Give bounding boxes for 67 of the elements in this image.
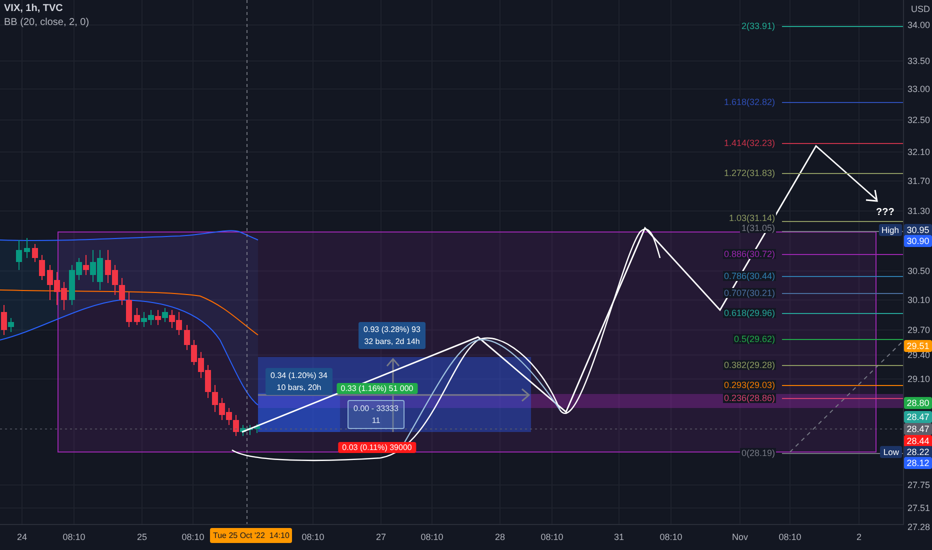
fib-level-label: 1.03(31.14): [728, 213, 776, 223]
measure-label: 0.03 (0.11%) 39000: [338, 442, 416, 453]
fib-level-label: 0.786(30.44): [722, 271, 776, 281]
price-tick: 27.28: [907, 522, 930, 532]
time-tick: 08:10: [62, 532, 86, 542]
price-badge: 28.12: [904, 457, 932, 469]
fib-level-label: 0(28.19): [740, 448, 776, 458]
price-tick: 34.00: [907, 20, 930, 30]
fib-level-label: 1(31.05): [740, 223, 776, 233]
fib-level-label: 1.618(32.82): [722, 97, 776, 107]
candlestick: [16, 240, 22, 270]
annotation-text: ???: [876, 207, 894, 218]
measure-label: 0.00 - 33333 11: [348, 400, 404, 429]
price-badge: 28.22: [904, 446, 932, 458]
price-tick: 31.30: [907, 206, 930, 216]
price-badge: 29.51: [904, 340, 932, 352]
price-tick: 29.70: [907, 325, 930, 335]
price-tick: 27.75: [907, 480, 930, 490]
price-badge: 28.80: [904, 397, 932, 409]
time-tick: 08:10: [540, 532, 564, 542]
time-tick: 08:10: [420, 532, 444, 542]
time-tick: 08:10: [778, 532, 802, 542]
currency-label: USD: [910, 4, 930, 14]
time-tick: 08:10: [182, 532, 204, 542]
time-tick: 2: [856, 532, 862, 542]
price-tick: 31.70: [907, 176, 930, 186]
price-tick: 27.51: [907, 503, 930, 513]
price-tick: 32.10: [907, 147, 930, 157]
symbol-title: VIX, 1h, TVC: [4, 3, 64, 14]
time-tick: 24: [17, 532, 27, 542]
time-tick: 31: [614, 532, 624, 542]
measure-label: 0.34 (1.20%) 34 10 bars, 20h: [266, 368, 332, 395]
candlestick: [24, 238, 30, 258]
fib-level-label: 0.618(29.96): [722, 308, 776, 318]
level-tag: High: [878, 224, 902, 236]
fib-level-label: 1.414(32.23): [722, 138, 776, 148]
measure-label: 0.93 (3.28%) 93 32 bars, 2d 14h: [358, 322, 426, 349]
fib-level-label: 0.293(29.03): [722, 380, 776, 390]
fib-level-label: 0.382(29.28): [722, 360, 776, 370]
price-tick: 29.10: [907, 374, 930, 384]
fib-level-label: 0.707(30.21): [722, 288, 776, 298]
price-tick: 32.50: [907, 115, 930, 125]
measure-label: 0.33 (1.16%) 51 000: [336, 383, 418, 394]
price-tick: 29.40: [907, 350, 930, 360]
indicator-label: BB (20, close, 2, 0): [4, 17, 90, 28]
price-badge: 28.47: [904, 423, 932, 435]
price-badge: 28.44: [904, 435, 932, 447]
time-tick: 27: [376, 532, 386, 542]
time-cursor-badge: Tue 25 Oct '22 14:10: [210, 528, 292, 543]
time-tick: 25: [137, 532, 147, 542]
price-badge: 30.95: [904, 224, 932, 236]
level-tag: Low: [880, 446, 902, 458]
time-tick: Nov: [732, 532, 748, 542]
fib-level-label: 0.236(28.86): [722, 393, 776, 403]
price-badge: 30.90: [904, 235, 932, 247]
price-badge: 28.47: [904, 411, 932, 423]
time-tick: 08:10: [302, 532, 324, 542]
fib-level-label: 0.886(30.72): [722, 249, 776, 259]
price-tick: 30.10: [907, 295, 930, 305]
price-tick: 30.50: [907, 266, 930, 276]
fib-level-label: 0.5(29.62): [732, 334, 776, 344]
fib-level-label: 2(33.91): [740, 21, 776, 31]
time-tick: 08:10: [660, 532, 682, 542]
fib-level-label: 1.272(31.83): [722, 168, 776, 178]
time-tick: 28: [495, 532, 505, 542]
price-tick: 33.50: [907, 56, 930, 66]
price-tick: 33.00: [907, 84, 930, 94]
